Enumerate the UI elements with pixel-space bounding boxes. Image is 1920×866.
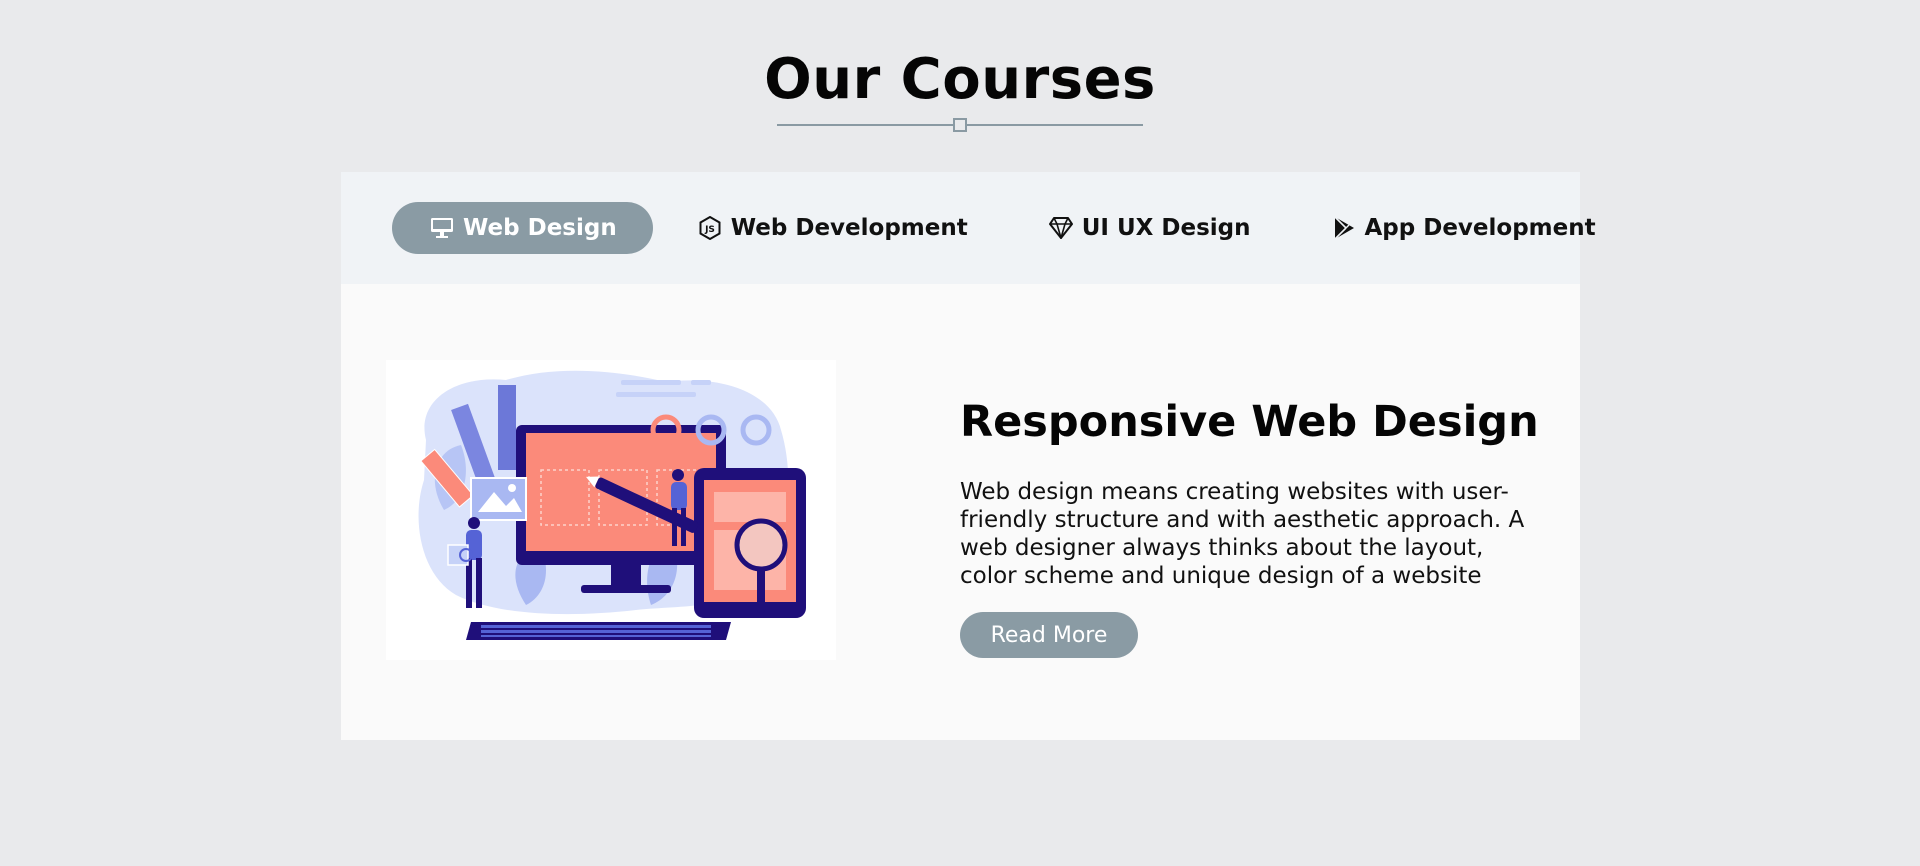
google-play-icon xyxy=(1331,215,1357,241)
tab-label: Web Design xyxy=(463,215,617,241)
course-title: Responsive Web Design xyxy=(960,397,1539,447)
tab-label: App Development xyxy=(1364,215,1596,241)
svg-text:JS: JS xyxy=(704,225,715,235)
tab-label: UI UX Design xyxy=(1081,215,1251,241)
tab-web-development[interactable]: JS Web Development xyxy=(697,202,968,254)
monitor-icon xyxy=(429,215,455,241)
courses-card: Web Design JS Web Development UI UX Desi… xyxy=(341,172,1596,740)
section-heading: Our Courses xyxy=(0,44,1920,132)
course-content: Responsive Web Design Web design means c… xyxy=(341,284,1580,740)
read-more-button[interactable]: Read More xyxy=(960,612,1138,658)
gem-icon xyxy=(1048,215,1074,241)
page-title: Our Courses xyxy=(764,47,1156,112)
page: Our Courses Web Design JS Web Developmen… xyxy=(0,0,1920,866)
underline-square xyxy=(953,118,967,132)
course-tabbar: Web Design JS Web Development UI UX Desi… xyxy=(341,172,1596,284)
web-design-illustration xyxy=(386,360,836,660)
tab-label: Web Development xyxy=(730,215,968,241)
title-underline xyxy=(777,118,1143,132)
tab-app-development[interactable]: App Development xyxy=(1331,202,1596,254)
course-description: Web design means creating websites with … xyxy=(960,479,1525,589)
tab-ui-ux-design[interactable]: UI UX Design xyxy=(1048,202,1251,254)
tab-web-design[interactable]: Web Design xyxy=(392,202,653,254)
nodejs-icon: JS xyxy=(697,215,723,241)
